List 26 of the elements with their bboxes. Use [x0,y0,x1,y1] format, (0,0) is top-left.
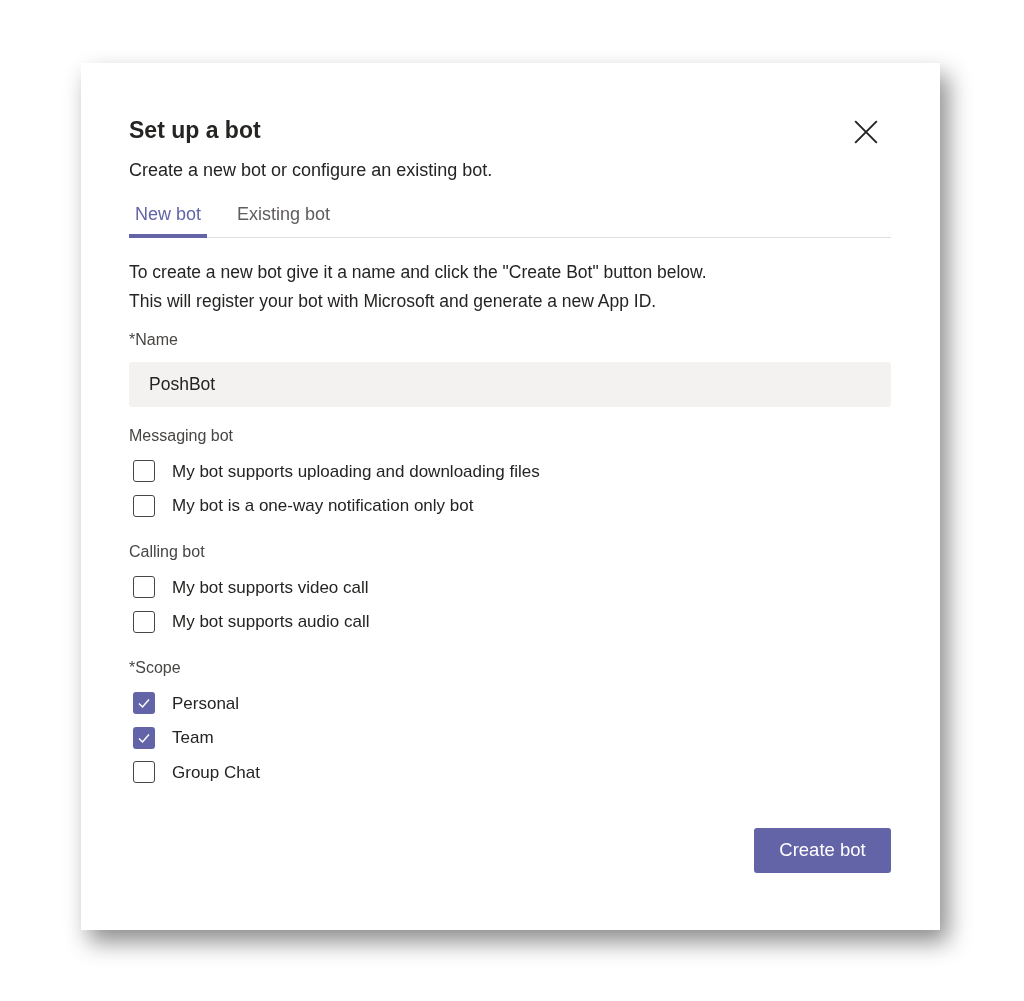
checkbox[interactable] [133,460,155,483]
checkbox[interactable] [133,576,155,599]
description-text: To create a new bot give it a name and click the "Create Bot" button below. This will register your bot with Microsoft and generate a new App ID. [129,261,708,313]
checkbox[interactable] [133,761,155,784]
close-icon[interactable] [853,119,879,145]
dialog-title: Set up a bot [129,116,261,145]
section-heading: *Scope [129,658,182,678]
checkbox-label: My bot is a one-way notification only bot [172,495,474,517]
checkbox[interactable] [133,610,155,633]
checkbox[interactable] [133,494,155,517]
name-input-field[interactable]: PoshBot [129,362,891,407]
checkbox-label: Team [172,727,214,749]
checkbox-label: Personal [172,692,240,715]
dialog-subtitle: Create a new bot or configure an existing bot. [129,159,494,182]
section-heading: Calling bot [129,542,206,562]
field-label: *Name [129,330,179,350]
section-heading: Messaging bot [129,426,235,446]
checkbox-label: My bot supports audio call [172,611,370,633]
create-bot-button[interactable]: Create bot [754,827,891,873]
checkbox-label: Group Chat [172,761,260,784]
checkbox-label: My bot supports video call [172,576,369,599]
checkbox[interactable] [133,692,155,715]
tab[interactable]: New bot [129,202,208,238]
checkbox[interactable] [133,726,155,749]
checkbox-label: My bot supports uploading and downloading files [172,460,540,483]
tab[interactable]: Existing bot [231,202,337,238]
